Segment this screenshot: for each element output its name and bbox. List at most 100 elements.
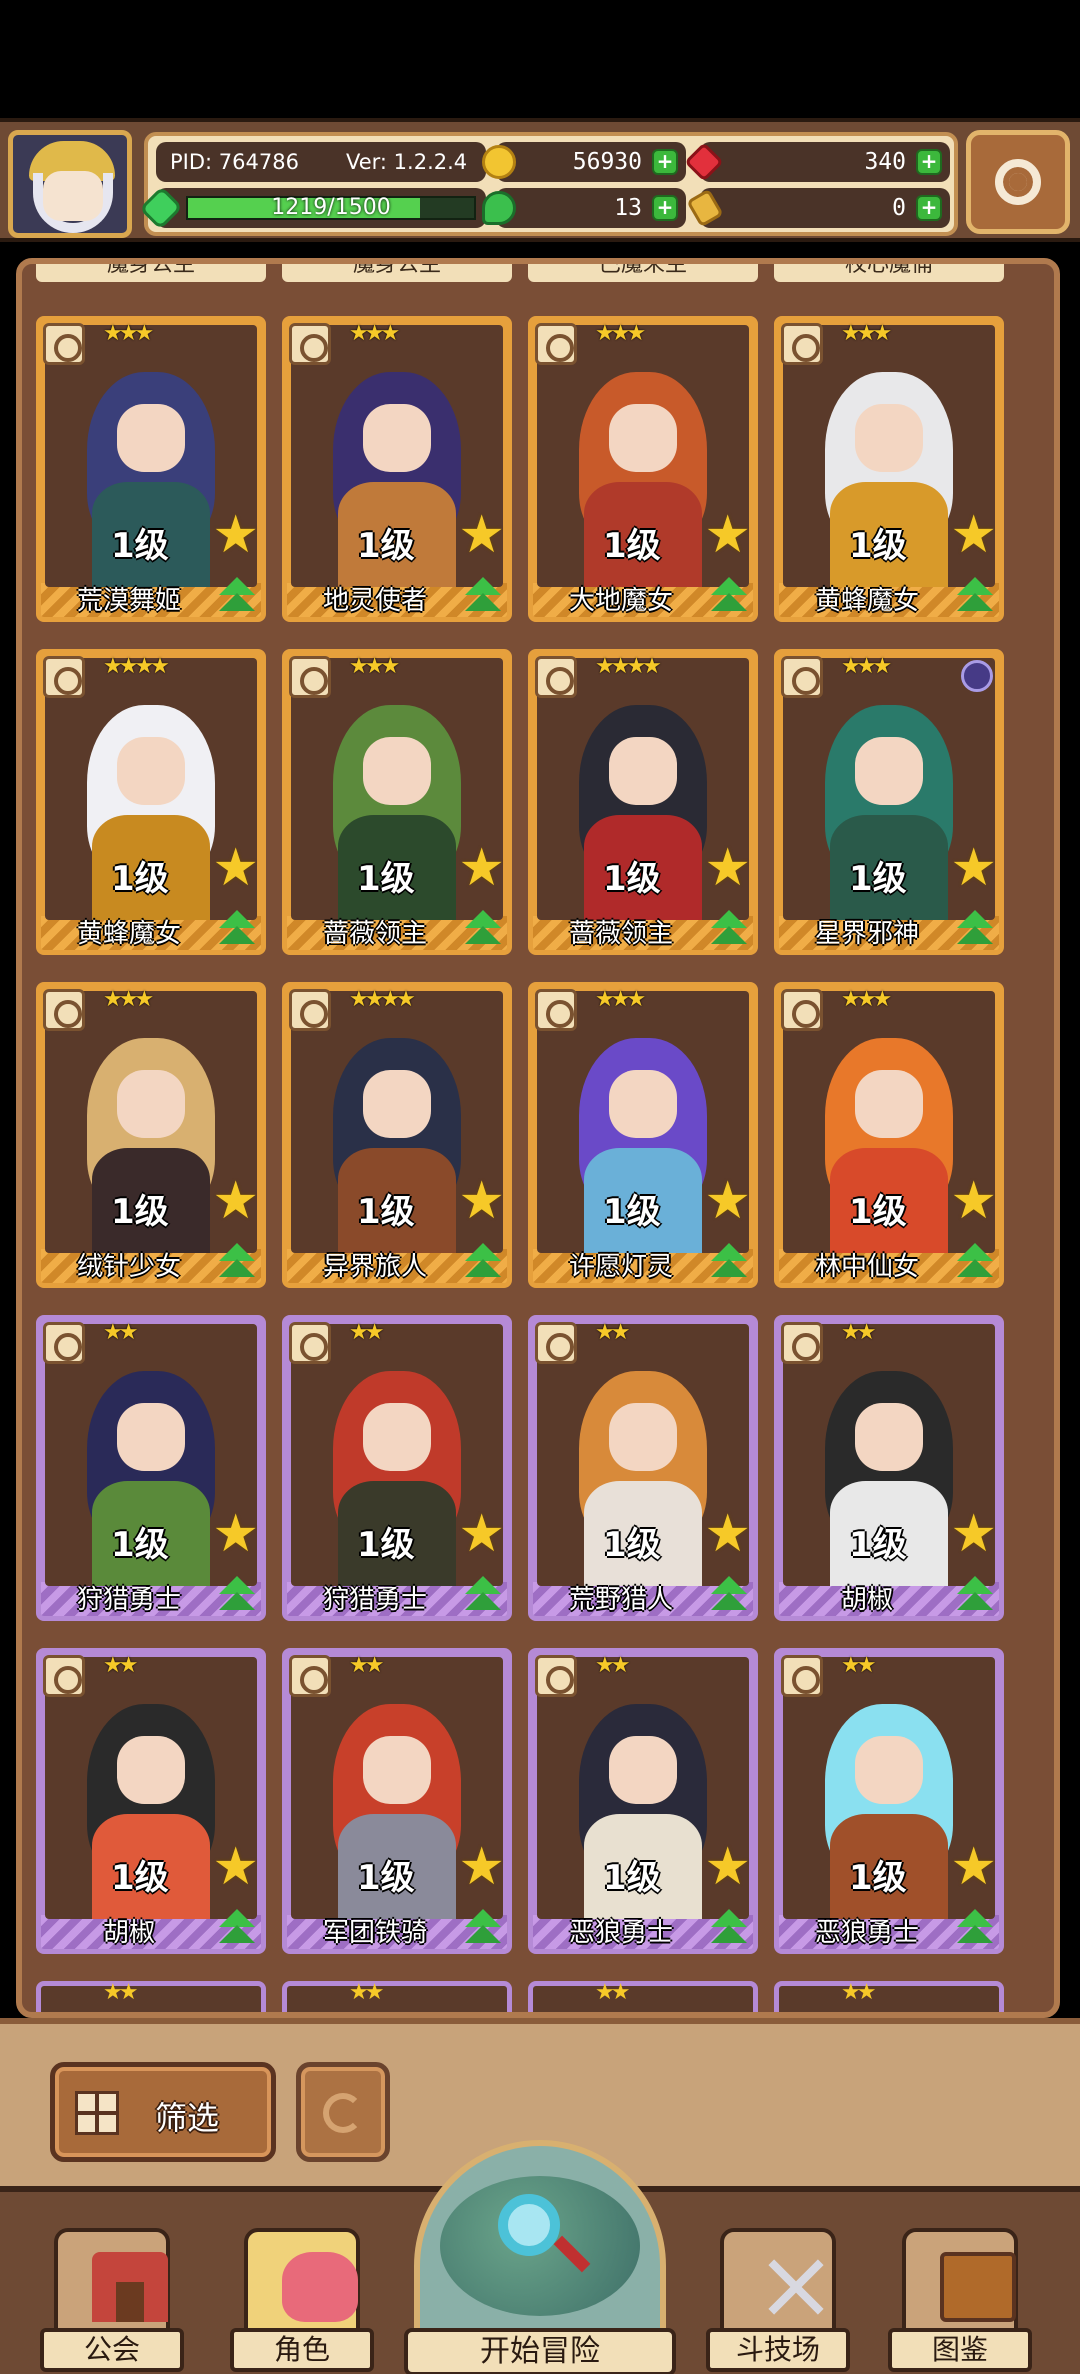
character-card[interactable]: ★★ 1级 ★ 胡椒 [774,1315,1004,1621]
rarity-stars: ★★★ [103,321,154,346]
level-up-arrow-icon[interactable] [217,1576,257,1616]
reset-filter-button[interactable] [296,2062,390,2162]
character-name: 荒漠舞姬 [76,586,181,616]
rarity-stars: ★★★ [103,987,154,1012]
character-card[interactable]: ★★★ 1级 ★ 大地魔女 [528,316,758,622]
gold-coin-icon [482,145,516,179]
level-up-arrow-icon[interactable] [955,1243,995,1283]
character-card[interactable]: ★★★★ 1级 ★ 黄蜂魔女 [36,649,266,955]
partial-card-name: 魔身公主 [352,264,441,277]
character-level: 1级 [849,1192,907,1232]
nav-role-label: 角色 [230,2328,374,2372]
character-card[interactable]: ★★★ 1级 ★ 蔷薇领主 [282,649,512,955]
class-type-icon [289,323,331,365]
star-upgrade-icon: ★ [212,1171,259,1231]
rarity-stars: ★★ [595,1980,631,2005]
bottom-navigation: 公会 角色 开始冒险 斗技场 图鉴 [0,2140,1080,2374]
currency-row-2: 1219/1500 13 + 0 + [139,186,950,230]
add-ticket-button[interactable]: + [916,195,942,221]
partial-character-card[interactable]: ★★ [282,1980,512,2012]
add-clover-button[interactable]: + [652,195,678,221]
level-up-arrow-icon[interactable] [709,1243,749,1283]
partial-card-top[interactable]: 巴魔来主 [528,264,758,282]
level-up-arrow-icon[interactable] [709,577,749,617]
nav-role[interactable]: 角色 [230,2228,374,2372]
level-up-arrow-icon[interactable] [463,1909,503,1949]
level-up-arrow-icon[interactable] [709,1576,749,1616]
character-card[interactable]: ★★★ 1级 ★ 星界邪神 [774,649,1004,955]
character-name: 绒针少女 [76,1252,181,1282]
character-name: 恶狼勇士 [568,1918,673,1948]
character-card[interactable]: ★★ 1级 ★ 荒野猎人 [528,1315,758,1621]
level-up-arrow-icon[interactable] [709,1909,749,1949]
character-card[interactable]: ★★★ 1级 ★ 荒漠舞姬 [36,316,266,622]
character-card[interactable]: ★★★ 1级 ★ 林中仙女 [774,982,1004,1288]
settings-button[interactable] [966,130,1070,234]
start-adventure-label: 开始冒险 [404,2328,676,2374]
gem-counter: 340 + [684,142,950,182]
gear-icon [995,159,1041,205]
character-card[interactable]: ★★★ 1级 ★ 黄蜂魔女 [774,316,1004,622]
level-up-arrow-icon[interactable] [955,910,995,950]
character-card[interactable]: ★★ 1级 ★ 狩猎勇士 [282,1315,512,1621]
partial-character-card[interactable]: ★★ [528,1980,758,2012]
partial-character-card[interactable]: ★★ [36,1980,266,2012]
nav-arena[interactable]: 斗技场 [706,2228,850,2372]
level-up-arrow-icon[interactable] [955,1576,995,1616]
level-up-arrow-icon[interactable] [217,1243,257,1283]
character-card[interactable]: ★★ 1级 ★ 恶狼勇士 [528,1648,758,1954]
character-card[interactable]: ★★ 1级 ★ 军团铁骑 [282,1648,512,1954]
add-gold-button[interactable]: + [652,149,678,175]
character-card[interactable]: ★★★★ 1级 ★ 蔷薇领主 [528,649,758,955]
partial-card-top[interactable]: 魔身公主 [282,264,512,282]
partial-character-card[interactable]: ★★ [774,1980,1004,2012]
nav-guild-frame [54,2228,170,2338]
character-face [117,1069,185,1138]
level-up-arrow-icon[interactable] [217,1909,257,1949]
character-level: 1级 [603,1192,661,1232]
character-level: 1级 [111,859,169,899]
filter-button[interactable]: 筛选 [50,2062,276,2162]
clover-counter: 13 + [482,188,686,228]
rarity-stars: ★★ [841,1653,877,1678]
class-type-icon [43,989,85,1031]
filter-label: 筛选 [155,2099,220,2137]
player-avatar[interactable] [8,130,132,238]
level-up-arrow-icon[interactable] [217,910,257,950]
start-adventure-button[interactable]: 开始冒险 [404,2140,676,2374]
nav-guild[interactable]: 公会 [40,2228,184,2372]
partial-card-top[interactable]: 魔身公主 [36,264,266,282]
add-gem-button[interactable]: + [916,149,942,175]
level-up-arrow-icon[interactable] [463,910,503,950]
star-upgrade-icon: ★ [704,1837,751,1897]
rarity-stars: ★★★ [841,321,892,346]
top-status-bar: PID: 764786 Ver: 1.2.2.4 56930 + 340 + 1… [0,118,1080,242]
character-card[interactable]: ★★ 1级 ★ 胡椒 [36,1648,266,1954]
character-card[interactable]: ★★★ 1级 ★ 许愿灯灵 [528,982,758,1288]
character-grid-panel[interactable]: 魔身公主 魔身公主 巴魔来主 校心魔俑 ★★★ 1级 ★ 荒漠舞姬 ★★★ 1级 ★ 地灵使者 ★★★ 1… [16,258,1060,2018]
level-up-arrow-icon[interactable] [463,577,503,617]
character-card[interactable]: ★★★★ 1级 ★ 异界旅人 [282,982,512,1288]
character-level: 1级 [849,526,907,566]
nav-codex[interactable]: 图鉴 [888,2228,1032,2372]
rarity-stars: ★★★★ [103,654,170,679]
level-up-arrow-icon[interactable] [463,1243,503,1283]
rarity-stars: ★★ [841,1320,877,1345]
partial-card-name: 巴魔来主 [598,264,687,277]
rarity-stars: ★★ [103,1980,139,2005]
level-up-arrow-icon[interactable] [955,1909,995,1949]
rarity-stars: ★★★ [349,321,400,346]
character-card[interactable]: ★★★ 1级 ★ 绒针少女 [36,982,266,1288]
level-up-arrow-icon[interactable] [955,577,995,617]
level-up-arrow-icon[interactable] [709,910,749,950]
partial-card-top[interactable]: 校心魔俑 [774,264,1004,282]
character-card[interactable]: ★★ 1级 ★ 恶狼勇士 [774,1648,1004,1954]
character-face [609,1402,677,1471]
character-card[interactable]: ★★★ 1级 ★ 地灵使者 [282,316,512,622]
character-card[interactable]: ★★ 1级 ★ 狩猎勇士 [36,1315,266,1621]
character-name: 蔷薇领主 [568,919,673,949]
level-up-arrow-icon[interactable] [463,1576,503,1616]
character-grid-scroll[interactable]: 魔身公主 魔身公主 巴魔来主 校心魔俑 ★★★ 1级 ★ 荒漠舞姬 ★★★ 1级 ★ 地灵使者 ★★★ 1… [22,264,1054,2012]
character-face [609,1069,677,1138]
level-up-arrow-icon[interactable] [217,577,257,617]
